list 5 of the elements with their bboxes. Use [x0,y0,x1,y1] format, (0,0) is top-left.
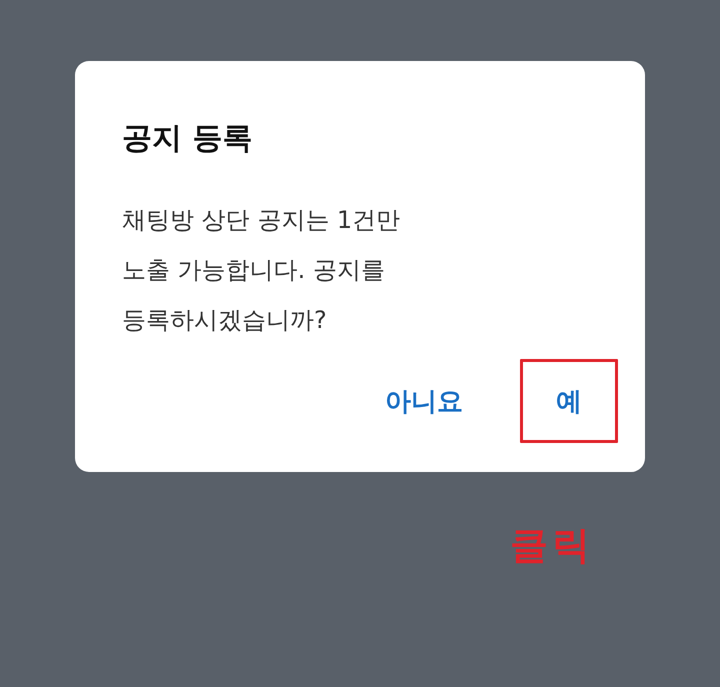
dialog-title: 공지 등록 [122,120,254,158]
click-annotation: 클릭 [510,523,594,567]
confirm-button[interactable]: 예 [520,359,618,443]
dialog-message: 채팅방 상단 공지는 1건만 노출 가능합니다. 공지를 등록하시겠습니까? [122,205,402,336]
cancel-button[interactable]: 아니요 [349,359,499,443]
